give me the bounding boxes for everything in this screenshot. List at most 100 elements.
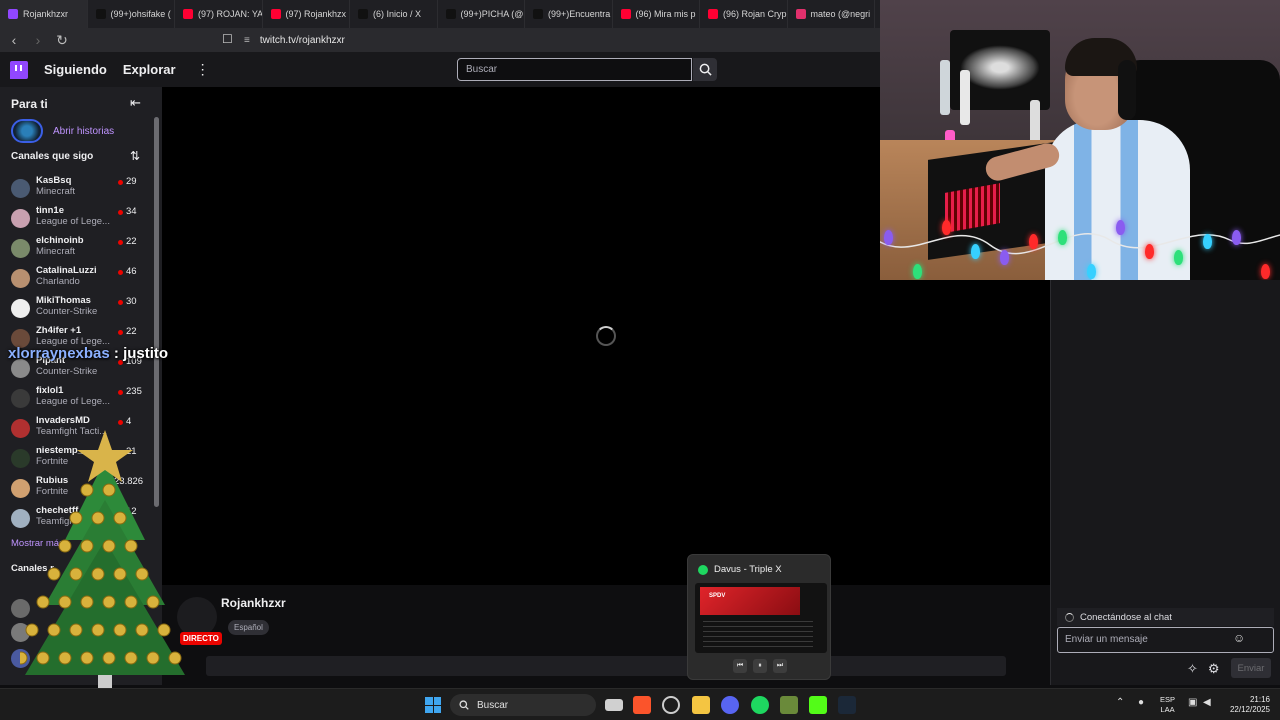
tree-ornament (102, 483, 116, 497)
browser-tab[interactable]: (97) Rojankhzx (263, 0, 350, 28)
sidebar-heading: Para ti (11, 97, 48, 111)
emote-picker-icon[interactable]: ☺ (1233, 631, 1245, 645)
search-button[interactable] (693, 58, 717, 81)
language-tag[interactable]: Español (228, 620, 269, 635)
chat-settings-icon[interactable]: ⚙ (1208, 661, 1220, 677)
spotify-taskbar-preview[interactable]: Davus - Triple X SPDV ⏮ ⏸ ⏭ (687, 554, 831, 680)
overlay-chat-message: xlorraynexbas : justito (8, 345, 168, 362)
tree-ornament (113, 567, 127, 581)
microphone-icon[interactable]: ● (1138, 697, 1144, 708)
app-icon[interactable] (780, 696, 798, 714)
url-field[interactable]: ≡ twitch.tv/rojankhzxr (244, 31, 874, 49)
tree-ornament (91, 511, 105, 525)
search-input[interactable]: Buscar (457, 58, 692, 81)
tree-ornament (58, 651, 72, 665)
site-info-icon[interactable]: ≡ (244, 35, 250, 46)
input-language[interactable]: ESP LAA (1160, 695, 1175, 715)
back-icon[interactable]: ‹ (4, 30, 24, 50)
tiktok-icon (95, 9, 106, 19)
spotify-icon[interactable] (751, 696, 769, 714)
browser-tab[interactable]: (97) ROJAN: YA (175, 0, 263, 28)
browser-tab[interactable]: (99+)PICHA (@ (438, 0, 525, 28)
task-view-icon[interactable] (605, 699, 623, 711)
followed-channel-item[interactable]: CatalinaLuzzi Charlando 46 (0, 265, 150, 293)
followed-channel-item[interactable]: fixlol1 League of Lege... 235 (0, 385, 150, 413)
followed-channel-item[interactable]: tinn1e League of Lege... 34 (0, 205, 150, 233)
nav-browse-link[interactable]: Explorar (123, 62, 176, 77)
viewer-count: 34 (126, 206, 137, 217)
followed-channel-item[interactable]: elchinoinb Minecraft 22 (0, 235, 150, 263)
windows-start-icon[interactable] (425, 697, 441, 713)
tree-ornament (47, 623, 61, 637)
christmas-bulb (1232, 230, 1241, 245)
youtube-icon (708, 9, 718, 19)
kick-icon[interactable] (809, 696, 827, 714)
previous-track-icon[interactable]: ⏮ (733, 659, 747, 673)
browser-tab[interactable]: (96) Rojan Cryp (700, 0, 788, 28)
webcam-headset (1118, 60, 1136, 120)
browser-tab-title: mateo (@negri (810, 9, 871, 19)
followed-channel-item[interactable]: MikiThomas Counter-Strike 30 (0, 295, 150, 323)
browser-tab[interactable]: (96) Mira mis p (613, 0, 700, 28)
browser-tab[interactable]: (99+)ohsifake ( (88, 0, 175, 28)
webcam-poster-logo (960, 45, 1040, 90)
file-explorer-icon[interactable] (692, 696, 710, 714)
bookmark-icon[interactable]: ☐ (222, 32, 233, 46)
channel-category: Minecraft (36, 246, 76, 257)
taskbar-clock[interactable]: 21:16 22/12/2025 (1222, 695, 1270, 715)
open-stories-label: Abrir historias (53, 125, 115, 137)
viewer-count: 4 (126, 416, 132, 427)
channel-name[interactable]: Rojankhzxr (221, 596, 286, 610)
tree-ornament (25, 623, 39, 637)
tree-ornament (91, 623, 105, 637)
pause-icon[interactable]: ⏸ (753, 659, 767, 673)
tree-ornament (102, 595, 116, 609)
sort-icon[interactable]: ⇅ (130, 149, 140, 163)
browser-tab[interactable]: Rojankhzxr (0, 0, 88, 28)
browser-tab[interactable]: mateo (@negri (788, 0, 875, 28)
browser-tab-title: Rojankhzxr (23, 9, 69, 19)
channel-name: MikiThomas (36, 295, 91, 306)
windows-taskbar: Buscar ⌃ ● ESP LAA ▣ ◀ 21:16 22/12/2025 (0, 688, 1280, 720)
browser-tab-title: (99+)Encuentra (548, 9, 611, 19)
christmas-bulb (1203, 234, 1212, 249)
webcam-overlay (880, 0, 1280, 280)
discord-icon[interactable] (721, 696, 739, 714)
collapse-sidebar-icon[interactable]: ⇤ (130, 95, 141, 111)
forward-icon[interactable]: › (28, 30, 48, 50)
bits-icon[interactable]: ✧ (1187, 661, 1198, 677)
twitch-logo-icon[interactable] (10, 60, 28, 79)
followed-channel-item[interactable]: KasBsq Minecraft 29 (0, 175, 150, 203)
tree-ornament (91, 567, 105, 581)
christmas-tree-overlay (20, 430, 185, 690)
tree-ornament (69, 623, 83, 637)
more-options-icon[interactable]: ⋮ (196, 61, 210, 78)
brave-browser-icon[interactable] (633, 696, 651, 714)
tree-ornament (113, 623, 127, 637)
steam-icon[interactable] (838, 696, 856, 714)
network-icon[interactable]: ▣ (1188, 697, 1197, 708)
browser-tab-title: (99+)PICHA (@ (460, 9, 524, 19)
next-track-icon[interactable]: ⏭ (773, 659, 787, 673)
tree-ornament (69, 511, 83, 525)
browser-tab[interactable]: (99+)Encuentra (525, 0, 613, 28)
avatar (11, 269, 30, 288)
channel-name: KasBsq (36, 175, 72, 186)
volume-icon[interactable]: ◀ (1203, 697, 1211, 708)
tree-ornament (113, 511, 127, 525)
reload-icon[interactable]: ↻ (52, 30, 72, 50)
viewer-count: 22 (126, 236, 137, 247)
channel-name: InvadersMD (36, 415, 90, 426)
tree-ornament (80, 651, 94, 665)
open-stories-button[interactable]: Abrir historias (11, 119, 114, 143)
tray-chevron-icon[interactable]: ⌃ (1116, 697, 1124, 708)
live-dot-icon (118, 210, 123, 215)
search-icon (699, 63, 712, 76)
nav-following-link[interactable]: Siguiendo (44, 62, 107, 77)
christmas-bulb (913, 264, 922, 279)
taskbar-search[interactable]: Buscar (450, 694, 596, 716)
browser-tab[interactable]: (6) Inicio / X (350, 0, 438, 28)
chat-send-button[interactable]: Enviar (1231, 658, 1271, 678)
app-icon[interactable] (662, 696, 680, 714)
viewer-count: 30 (126, 296, 137, 307)
